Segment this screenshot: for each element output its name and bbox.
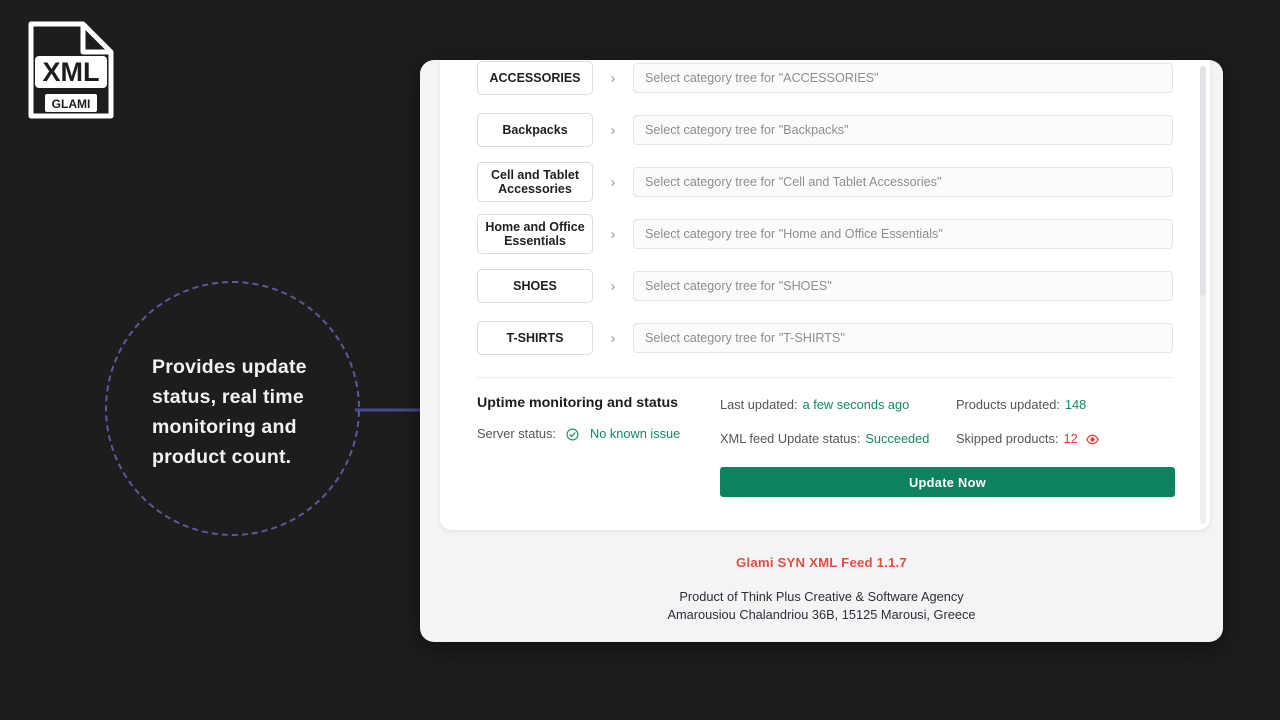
status-column-left: Uptime monitoring and status Server stat… xyxy=(477,395,720,449)
status-columns: Uptime monitoring and status Server stat… xyxy=(477,395,1173,449)
feed-update-status-value: Succeeded xyxy=(865,431,930,446)
category-row: ACCESSORIES › Select category tree for "… xyxy=(477,60,1173,104)
category-button-home-and-office-essentials[interactable]: Home and Office Essentials xyxy=(477,214,593,254)
last-updated-value: a few seconds ago xyxy=(802,397,910,412)
category-tree-input-t-shirts[interactable]: Select category tree for "T-SHIRTS" xyxy=(633,323,1173,353)
category-button-accessories[interactable]: ACCESSORIES xyxy=(477,61,593,95)
status-column-middle: Last updated: a few seconds ago XML feed… xyxy=(720,395,956,449)
section-title: Uptime monitoring and status xyxy=(477,395,678,411)
card-content: ACCESSORIES › Select category tree for "… xyxy=(440,60,1210,530)
category-mapping-list: ACCESSORIES › Select category tree for "… xyxy=(477,60,1173,364)
category-button-shoes[interactable]: SHOES xyxy=(477,269,593,303)
category-row: Backpacks › Select category tree for "Ba… xyxy=(477,104,1173,156)
last-updated-label: Last updated: xyxy=(720,397,798,412)
skipped-products-row: Skipped products: 12 xyxy=(956,429,1173,449)
products-updated-label: Products updated: xyxy=(956,397,1060,412)
check-circle-icon xyxy=(566,428,579,441)
category-button-t-shirts[interactable]: T-SHIRTS xyxy=(477,321,593,355)
products-updated-value: 148 xyxy=(1064,397,1087,412)
footer-company-block: Product of Think Plus Creative & Softwar… xyxy=(420,588,1223,623)
category-row: SHOES › Select category tree for "SHOES" xyxy=(477,260,1173,312)
feed-update-status-row: XML feed Update status: Succeeded xyxy=(720,429,956,449)
screenshot-stage: XML GLAMI Provides update status, real t… xyxy=(0,0,1280,720)
settings-card: ACCESSORIES › Select category tree for "… xyxy=(440,60,1210,530)
category-tree-input-cell-and-tablet-accessories[interactable]: Select category tree for "Cell and Table… xyxy=(633,167,1173,197)
svg-text:GLAMI: GLAMI xyxy=(52,97,91,111)
feed-update-status-label: XML feed Update status: xyxy=(720,431,861,446)
category-button-backpacks[interactable]: Backpacks xyxy=(477,113,593,147)
category-tree-input-accessories[interactable]: Select category tree for "ACCESSORIES" xyxy=(633,63,1173,93)
eye-icon[interactable] xyxy=(1085,433,1099,446)
uptime-status-section: Uptime monitoring and status Server stat… xyxy=(477,395,1175,497)
category-tree-input-backpacks[interactable]: Select category tree for "Backpacks" xyxy=(633,115,1173,145)
annotation-text: Provides update status, real time monito… xyxy=(152,356,307,468)
update-now-button[interactable]: Update Now xyxy=(720,467,1175,497)
last-updated-row: Last updated: a few seconds ago xyxy=(720,395,956,415)
footer-company: Product of Think Plus Creative & Softwar… xyxy=(679,589,964,604)
svg-text:XML: XML xyxy=(43,57,100,87)
skipped-products-value: 12 xyxy=(1063,431,1078,446)
category-button-cell-and-tablet-accessories[interactable]: Cell and Tablet Accessories xyxy=(477,162,593,202)
chevron-right-icon: › xyxy=(610,329,616,347)
category-row: Cell and Tablet Accessories › Select cat… xyxy=(477,156,1173,208)
footer-version: Glami SYN XML Feed 1.1.7 xyxy=(736,555,907,570)
category-row: T-SHIRTS › Select category tree for "T-S… xyxy=(477,312,1173,364)
xml-file-icon: XML GLAMI xyxy=(28,21,114,119)
category-tree-input-home-and-office-essentials[interactable]: Select category tree for "Home and Offic… xyxy=(633,219,1173,249)
app-footer: Glami SYN XML Feed 1.1.7 Product of Thin… xyxy=(420,555,1223,623)
section-divider xyxy=(477,377,1173,378)
server-status-value: No known issue xyxy=(589,426,681,441)
category-row: Home and Office Essentials › Select cate… xyxy=(477,208,1173,260)
server-status-row: Server status: No known issue xyxy=(477,424,720,444)
chevron-right-icon: › xyxy=(610,173,616,191)
server-status-label: Server status: xyxy=(477,426,556,441)
scrollbar-thumb[interactable] xyxy=(1200,66,1206,296)
products-updated-row: Products updated: 148 xyxy=(956,395,1173,415)
chevron-right-icon: › xyxy=(610,277,616,295)
xml-glami-logo: XML GLAMI xyxy=(25,18,117,122)
chevron-right-icon: › xyxy=(610,69,616,87)
app-window: ACCESSORIES › Select category tree for "… xyxy=(420,60,1223,642)
chevron-right-icon: › xyxy=(610,121,616,139)
category-tree-input-shoes[interactable]: Select category tree for "SHOES" xyxy=(633,271,1173,301)
skipped-products-label: Skipped products: xyxy=(956,431,1059,446)
status-column-right: Products updated: 148 Skipped products: … xyxy=(956,395,1173,449)
footer-address: Amarousiou Chalandriou 36B, 15125 Marous… xyxy=(667,606,976,622)
chevron-right-icon: › xyxy=(610,225,616,243)
